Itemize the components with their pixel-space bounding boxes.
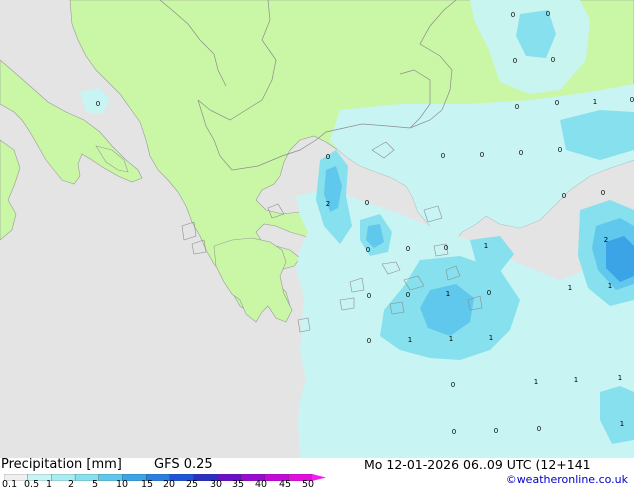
precip-value-label: 0 <box>551 56 555 64</box>
precip-value-label: 0 <box>451 381 455 389</box>
precip-value-label: 1 <box>489 334 493 342</box>
precip-value-label: 0 <box>367 292 371 300</box>
colorbar-tick-label: 45 <box>279 479 292 490</box>
colorbar-tick-label: 30 <box>210 479 223 490</box>
precip-value-label: 1 <box>446 290 450 298</box>
precip-value-label: 0 <box>562 192 566 200</box>
precip-value-label: 1 <box>408 336 412 344</box>
precip-value-label: 0 <box>487 289 491 297</box>
precip-value-label: 0 <box>601 189 605 197</box>
precip-value-label: 2 <box>604 236 608 244</box>
precip-value-label: 0 <box>452 428 456 436</box>
precip-value-label: 0 <box>494 427 498 435</box>
precip-value-label: 0 <box>365 199 369 207</box>
colorbar-tick-label: 20 <box>163 479 176 490</box>
colorbar-tick-label: 35 <box>232 479 245 490</box>
precip-value-label: 0 <box>555 99 559 107</box>
colorbar-tick-label: 0.5 <box>24 479 40 490</box>
precip-value-label: 0 <box>511 11 515 19</box>
colorbar-tick-label: 0.1 <box>2 479 18 490</box>
precip-value-label: 1 <box>568 284 572 292</box>
precip-value-label: 0 <box>367 337 371 345</box>
precip-value-label: 0 <box>537 425 541 433</box>
copyright-text: ©weatheronline.co.uk <box>505 473 628 486</box>
precip-value-label: 1 <box>620 420 624 428</box>
precip-value-label: 1 <box>574 376 578 384</box>
precip-value-label: 0 <box>513 57 517 65</box>
precipitation-map: 0 0 0 0 0 0 0 1 0 0 0 0 0 0 0 0 2 0 2 0 0 0 1 1 1 0 0 1 0 0 1 1 1 0 1 1 1 0 0 0… <box>0 0 634 458</box>
precip-value-label: 0 <box>441 152 445 160</box>
precip-value-label: 1 <box>618 374 622 382</box>
precip-value-label: 0 <box>406 291 410 299</box>
colorbar-tick-label: 10 <box>116 479 129 490</box>
precip-value-label: 0 <box>480 151 484 159</box>
colorbar-tick-label: 2 <box>68 479 75 490</box>
colorbar-tick-label: 50 <box>302 479 315 490</box>
precip-value-label: 0 <box>406 245 410 253</box>
precip-value-label: 0 <box>444 244 448 252</box>
model-label: GFS 0.25 <box>154 457 213 472</box>
valid-time-label: Mo 12-01-2026 06..09 UTC (12+141 <box>364 457 591 472</box>
colorbar-tick-label: 5 <box>92 479 99 490</box>
colorbar-tick-label: 15 <box>141 479 154 490</box>
precip-value-label: 0 <box>519 149 523 157</box>
precip-value-label: 0 <box>630 96 634 104</box>
colorbar-tick-label: 25 <box>186 479 199 490</box>
colorbar-tick-label: 1 <box>46 479 53 490</box>
product-label: Precipitation [mm] <box>1 457 122 472</box>
colorbar-tick-label: 40 <box>255 479 268 490</box>
precip-value-label: 1 <box>593 98 597 106</box>
precip-value-label: 1 <box>534 378 538 386</box>
precip-value-label: 1 <box>484 242 488 250</box>
precip-value-label: 1 <box>449 335 453 343</box>
precip-value-label: 1 <box>608 282 612 290</box>
precip-value-label: 0 <box>366 246 370 254</box>
precip-value-label: 0 <box>326 153 330 161</box>
precip-value-label: 0 <box>515 103 519 111</box>
precip-value-label: 2 <box>326 200 330 208</box>
precip-value-label: 0 <box>546 10 550 18</box>
precip-value-label: 0 <box>96 100 100 108</box>
precip-value-label: 0 <box>558 146 562 154</box>
